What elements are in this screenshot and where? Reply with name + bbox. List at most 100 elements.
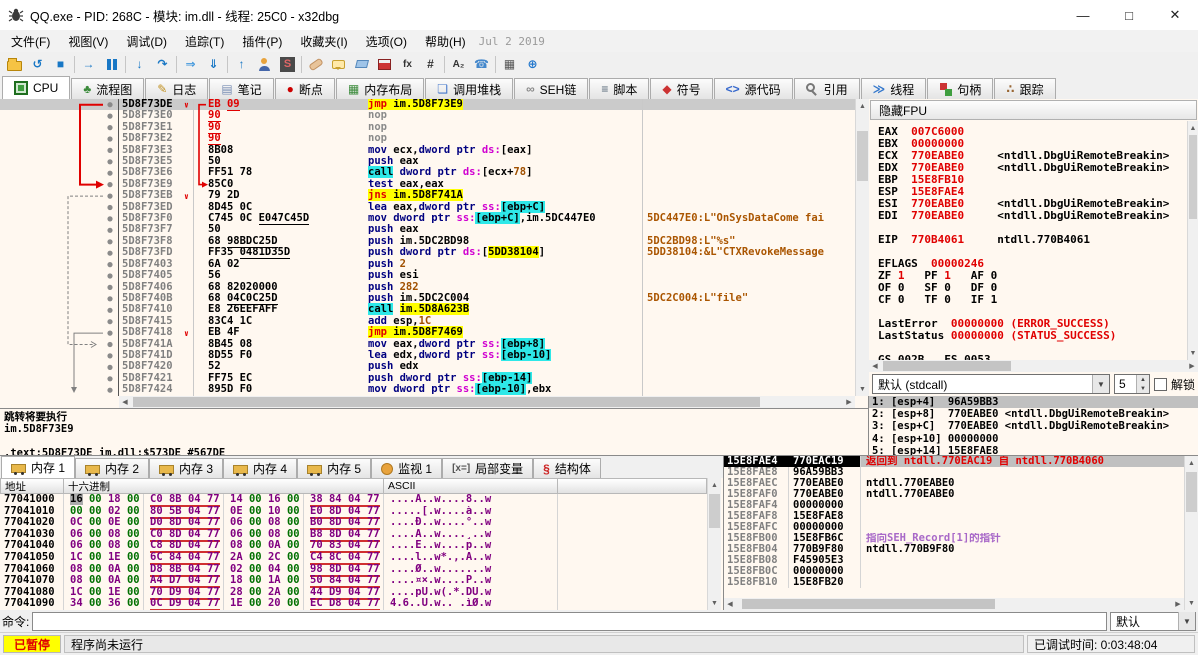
tab-dump-3[interactable]: 内存 3 (149, 458, 223, 478)
calling-convention-select[interactable]: 默认 (stdcall) ▼ (872, 374, 1110, 394)
tab-dump-1[interactable]: 内存 1 (1, 456, 75, 478)
tab-memory-map[interactable]: ▦内存布局 (336, 78, 424, 99)
comment-icon[interactable] (327, 53, 350, 75)
disassembly-hscrollbar[interactable]: ◀ ▶ (119, 396, 855, 408)
register-row[interactable] (878, 342, 1187, 354)
step-out-icon[interactable]: ↑ (230, 53, 253, 75)
tab-locals[interactable]: [x=]局部变量 (442, 458, 533, 478)
chevron-down-icon[interactable]: ▼ (1092, 375, 1109, 393)
minimize-button[interactable]: — (1060, 0, 1106, 30)
tab-cpu[interactable]: CPU (2, 76, 70, 99)
calculator-icon[interactable]: ▦ (498, 53, 521, 75)
register-row[interactable]: EBX 00000000 (878, 138, 1187, 150)
tab-watch-1[interactable]: 监视 1 (371, 458, 442, 478)
scroll-up-icon[interactable]: ▲ (1188, 121, 1198, 135)
register-row[interactable]: ECX 770EABE0 <ntdll.DbgUiRemoteBreakin> (878, 150, 1187, 162)
argument-row[interactable]: 3: [esp+C] 770EABE0 <ntdll.DbgUiRemoteBr… (869, 420, 1198, 432)
tab-references[interactable]: 引用 (794, 78, 860, 99)
spin-up-icon[interactable]: ▲ (1137, 375, 1149, 384)
close-button[interactable]: ✕ (1152, 0, 1198, 30)
stack-rows[interactable]: 15E8FAE4770EAC19返回到 ntdll.770EAC19 自 ntd… (724, 456, 1184, 598)
scroll-down-icon[interactable]: ▼ (1188, 346, 1198, 360)
register-row[interactable] (878, 306, 1187, 318)
step-over-icon[interactable]: ↷ (151, 53, 174, 75)
argument-row[interactable]: 4: [esp+10] 00000000 (869, 433, 1198, 445)
open-file-icon[interactable] (3, 53, 26, 75)
tab-dump-5[interactable]: 内存 5 (297, 458, 371, 478)
breakpoint-list-icon[interactable] (373, 53, 396, 75)
run-to-user-code-icon[interactable]: ⇓ (202, 53, 225, 75)
label-icon[interactable] (350, 53, 373, 75)
seh-setup-icon[interactable]: S (276, 53, 299, 75)
scroll-down-icon[interactable]: ▼ (1185, 596, 1198, 610)
browser-icon[interactable]: ⊕ (521, 53, 544, 75)
scroll-left-icon[interactable]: ◀ (724, 598, 736, 610)
register-row[interactable]: EDX 770EABE0 <ntdll.DbgUiRemoteBreakin> (878, 162, 1187, 174)
menu-debug[interactable]: 调试(D) (117, 31, 176, 52)
function-icon[interactable]: fx (396, 53, 419, 75)
tab-seh[interactable]: ∞SEH链 (514, 78, 588, 99)
scroll-right-icon[interactable]: ▶ (1186, 360, 1198, 372)
register-row[interactable]: CF 0 TF 0 IF 1 (878, 294, 1187, 306)
register-row[interactable]: OF 0 SF 0 DF 0 (878, 282, 1187, 294)
tab-breakpoints[interactable]: ●断点 (275, 78, 335, 99)
patch-icon[interactable] (304, 53, 327, 75)
maximize-button[interactable]: □ (1106, 0, 1152, 30)
menu-view[interactable]: 视图(V) (59, 31, 117, 52)
registers-hscrollbar[interactable]: ◀ ▶ (869, 360, 1198, 372)
tab-graph[interactable]: ♣流程图 (71, 78, 144, 99)
command-profile-select[interactable]: 默认 ▼ (1110, 612, 1196, 631)
stack-hscrollbar[interactable]: ◀ ▶ (724, 598, 1184, 610)
argument-row[interactable]: 5: [esp+14] 15E8FAE8 (869, 445, 1198, 455)
registers-vscrollbar[interactable]: ▲ ▼ (1187, 121, 1198, 360)
register-row[interactable]: EDI 770EABE0 <ntdll.DbgUiRemoteBreakin> (878, 210, 1187, 222)
register-row[interactable]: EFLAGS 00000246 (878, 258, 1187, 270)
register-row[interactable]: ESI 770EABE0 <ntdll.DbgUiRemoteBreakin> (878, 198, 1187, 210)
hash-icon[interactable]: # (419, 53, 442, 75)
arguments-list[interactable]: 1: [esp+4] 96A59BB32: [esp+8] 770EABE0 <… (869, 396, 1198, 455)
dump-header-address[interactable]: 地址 (0, 478, 64, 494)
stop-icon[interactable]: ■ (49, 53, 72, 75)
scroll-up-icon[interactable]: ▲ (708, 478, 721, 492)
menu-favourites[interactable]: 收藏夹(I) (291, 31, 356, 52)
notify-icon[interactable]: ☎ (470, 53, 493, 75)
scroll-up-icon[interactable]: ▲ (856, 99, 869, 113)
stack-row[interactable]: 15E8FB1015E8FB20 (724, 577, 1184, 588)
tab-threads[interactable]: ≫线程 (861, 78, 927, 99)
execute-till-return-icon[interactable]: ⇒ (179, 53, 202, 75)
disasm-row[interactable]: 5D8F740556push esi (0, 270, 855, 281)
register-row[interactable]: ESP 15E8FAE4 (878, 186, 1187, 198)
tab-symbols[interactable]: ◆符号 (650, 78, 712, 99)
disassembly-rows[interactable]: ∨∨∨ 5D8F73DEEB 09jmp im.5D8F73E95D8F73E0… (0, 99, 855, 396)
tab-dump-4[interactable]: 内存 4 (223, 458, 297, 478)
command-input[interactable] (32, 612, 1107, 631)
dump-vscrollbar[interactable]: ▲ ▼ (707, 478, 721, 610)
scroll-down-icon[interactable]: ▼ (708, 596, 721, 610)
register-row[interactable] (878, 222, 1187, 234)
argument-row[interactable]: 1: [esp+4] 96A59BB3 (869, 396, 1198, 408)
disasm-row[interactable]: 5D8F7424895D F0mov dword ptr ss:[ebp-10]… (0, 384, 855, 395)
register-row[interactable]: ZF 1 PF 1 AF 0 (878, 270, 1187, 282)
scroll-left-icon[interactable]: ◀ (869, 360, 881, 372)
tab-script[interactable]: ≡脚本 (589, 78, 649, 99)
scroll-left-icon[interactable]: ◀ (119, 396, 131, 408)
assemble-icon[interactable]: A₂ (447, 53, 470, 75)
hide-fpu-button[interactable]: 隐藏FPU (870, 100, 1197, 120)
tab-log[interactable]: ✎日志 (145, 78, 208, 99)
argument-row[interactable]: 2: [esp+8] 770EABE0 <ntdll.DbgUiRemoteBr… (869, 408, 1198, 420)
menu-trace[interactable]: 追踪(T) (176, 31, 233, 52)
menu-file[interactable]: 文件(F) (2, 31, 59, 52)
scroll-down-icon[interactable]: ▼ (856, 382, 869, 396)
arg-count-stepper[interactable]: 5 ▲▼ (1114, 374, 1150, 394)
register-row[interactable]: LastStatus 00000000 (STATUS_SUCCESS) (878, 330, 1187, 342)
disasm-row[interactable]: 5D8F73FDFF35 0481D35Dpush dword ptr ds:[… (0, 247, 855, 258)
dump-rows[interactable]: 7704100016 00 18 00C0 8B 04 7714 00 16 0… (0, 494, 707, 610)
register-row[interactable]: LastError 00000000 (ERROR_SUCCESS) (878, 318, 1187, 330)
register-row[interactable]: EIP 770B4061 ntdll.770B4061 (878, 234, 1187, 246)
tab-handles[interactable]: 句柄 (927, 78, 993, 99)
spin-down-icon[interactable]: ▼ (1137, 384, 1149, 393)
step-into-icon[interactable]: ↓ (128, 53, 151, 75)
register-row[interactable] (878, 246, 1187, 258)
scroll-right-icon[interactable]: ▶ (1172, 598, 1184, 610)
menu-plugins[interactable]: 插件(P) (233, 31, 291, 52)
